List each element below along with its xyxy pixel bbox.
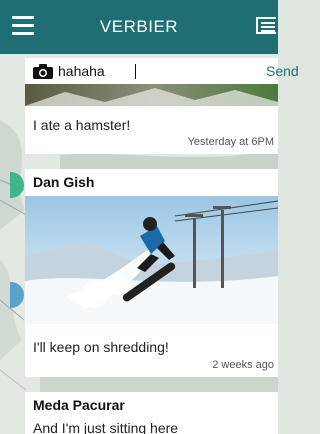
post-photo[interactable] (25, 84, 278, 106)
post-timestamp: 2 weeks ago (212, 359, 274, 371)
post-card[interactable]: I ate a hamster! Yesterday at 6PM (25, 84, 278, 154)
list-view-icon[interactable] (256, 17, 276, 34)
post-author: Meda Pacurar (33, 397, 125, 413)
post-timestamp: Yesterday at 6PM (187, 136, 274, 148)
post-text: I ate a hamster! (33, 117, 131, 133)
post-text: I'll keep on shredding! (33, 339, 169, 355)
post-author: Dan Gish (33, 174, 95, 190)
app-title: VERBIER (99, 17, 179, 36)
post-card[interactable]: Meda Pacurar And I'm just sitting here (25, 392, 278, 434)
text-caret (135, 64, 136, 79)
app-header: VERBIER (0, 0, 278, 54)
send-button[interactable]: Send (266, 63, 299, 79)
compose-bar: Send (25, 58, 299, 84)
post-photo[interactable] (25, 196, 278, 324)
post-text: And I'm just sitting here (33, 420, 179, 434)
camera-icon[interactable] (33, 64, 53, 79)
post-card[interactable]: Dan Gish I'll keep on shredding! 2 weeks… (25, 169, 278, 377)
message-input[interactable] (58, 61, 208, 81)
